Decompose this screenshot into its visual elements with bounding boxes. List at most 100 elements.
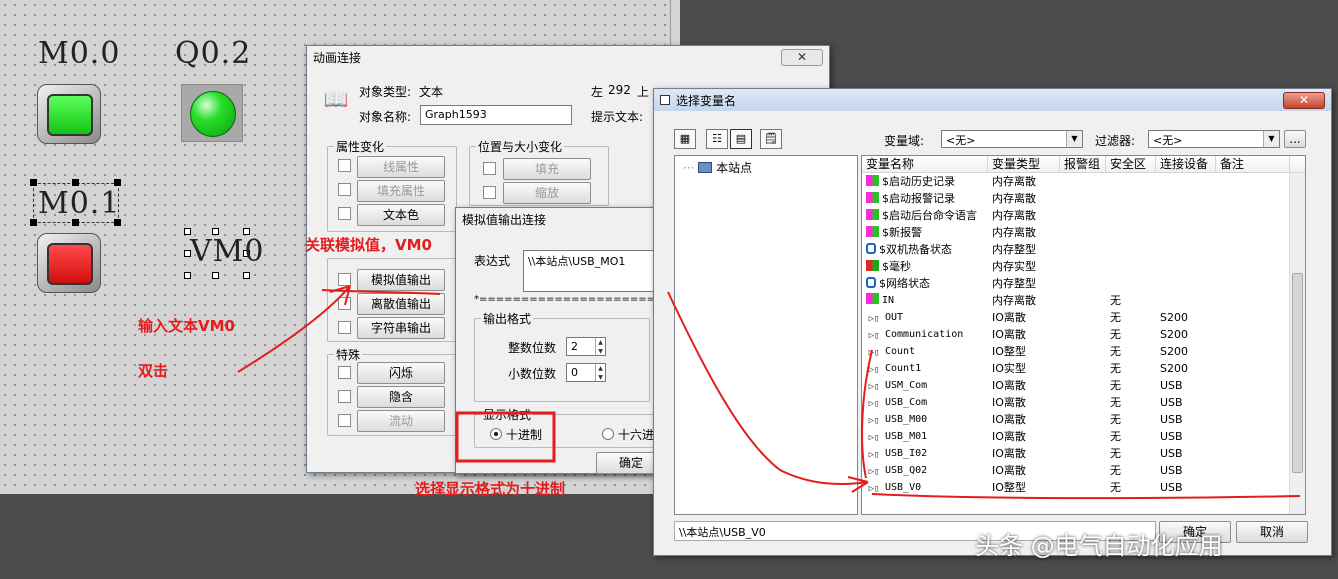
expression-field[interactable]: \\本站点\USB_MO1	[523, 250, 668, 292]
column-header[interactable]: 变量类型	[988, 156, 1060, 173]
group-title: 特殊	[334, 346, 363, 363]
table-row[interactable]: ▷▯ USB_Q02 IO离散 无 USB	[862, 462, 1305, 479]
table-row[interactable]: $启动后台命令语言 内存离散	[862, 207, 1305, 224]
red-push-button[interactable]	[37, 233, 101, 293]
table-row[interactable]: $启动历史记录 内存离散	[862, 173, 1305, 190]
cancel-button[interactable]: 取消	[1236, 521, 1308, 543]
domain-select[interactable]: <无> ▼	[941, 130, 1083, 148]
table-row[interactable]: IN 内存离散 无	[862, 292, 1305, 309]
close-icon[interactable]: ✕	[1283, 92, 1325, 109]
column-header[interactable]: 报警组	[1060, 156, 1106, 173]
chevron-down-icon[interactable]: ▼	[1263, 131, 1279, 147]
resize-handle[interactable]	[212, 272, 219, 279]
line-attr-checkbox[interactable]	[338, 159, 351, 172]
text-color-button[interactable]: 文本色	[357, 204, 445, 226]
tree-item-station[interactable]: ··· 本站点	[683, 159, 752, 176]
cell-zone: 无	[1110, 464, 1121, 477]
resize-handle[interactable]	[114, 179, 121, 186]
table-row[interactable]: $网络状态 内存整型	[862, 275, 1305, 292]
real-variable-icon	[866, 260, 879, 271]
table-row[interactable]: ▷▯ OUT IO离散 无 S200	[862, 309, 1305, 326]
cell-device: USB	[1160, 430, 1183, 443]
table-row[interactable]: ▷▯ USB_V0 IO整型 无 USB	[862, 479, 1305, 496]
table-row[interactable]: $双机热备状态 内存整型	[862, 241, 1305, 258]
filter-select[interactable]: <无> ▼	[1148, 130, 1280, 148]
column-header[interactable]: 变量名称	[862, 156, 988, 173]
discrete-output-button[interactable]: 离散值输出	[357, 293, 445, 315]
column-header[interactable]: 安全区	[1106, 156, 1156, 173]
fill-button[interactable]: 填充	[503, 158, 591, 180]
table-row[interactable]: ▷▯ USB_M01 IO离散 无 USB	[862, 428, 1305, 445]
cell-device: S200	[1160, 345, 1188, 358]
green-push-button[interactable]	[37, 84, 101, 144]
large-icon-view-icon[interactable]: ▦	[674, 129, 696, 149]
hide-button[interactable]: 隐含	[357, 386, 445, 408]
resize-handle[interactable]	[184, 272, 191, 279]
filter-more-button[interactable]: ...	[1284, 130, 1306, 148]
scale-checkbox[interactable]	[483, 186, 496, 199]
resize-handle[interactable]	[72, 179, 79, 186]
table-row[interactable]: $毫秒 内存实型	[862, 258, 1305, 275]
flow-button[interactable]: 流动	[357, 410, 445, 432]
fill-attr-checkbox[interactable]	[338, 183, 351, 196]
hex-radio[interactable]	[602, 428, 614, 440]
decimal-label[interactable]: 十进制	[506, 426, 542, 443]
decimal-radio[interactable]	[490, 428, 502, 440]
fill-checkbox[interactable]	[483, 162, 496, 175]
analog-output-button[interactable]: 模拟值输出	[357, 269, 445, 291]
flow-checkbox[interactable]	[338, 414, 351, 427]
table-row[interactable]: ▷▯ USB_M00 IO离散 无 USB	[862, 411, 1305, 428]
table-row[interactable]: ▷▯ Count1 IO实型 无 S200	[862, 360, 1305, 377]
label-m00[interactable]: M0.0	[38, 36, 120, 71]
fill-attr-button[interactable]: 填充属性	[357, 180, 445, 202]
analog-out-checkbox[interactable]	[338, 273, 351, 286]
spinner-arrows-icon[interactable]: ▲ ▼	[595, 364, 605, 381]
dec-digits-field[interactable]: 0 ▲ ▼	[566, 363, 606, 382]
title-bar[interactable]: 模拟值输出连接	[456, 208, 669, 230]
indicator-lamp-frame[interactable]	[181, 84, 243, 142]
table-row[interactable]: ▷▯ Communication IO离散 无 S200	[862, 326, 1305, 343]
flash-button[interactable]: 闪烁	[357, 362, 445, 384]
label-vm0[interactable]: VM0	[190, 234, 264, 269]
vertical-scrollbar[interactable]	[1289, 173, 1305, 514]
string-out-checkbox[interactable]	[338, 321, 351, 334]
cell-device: S200	[1160, 311, 1188, 324]
cell-zone	[1106, 190, 1156, 207]
resize-handle[interactable]	[30, 219, 37, 226]
label-q02[interactable]: Q0.2	[175, 36, 251, 71]
table-row[interactable]: ▷▯ Count IO整型 无 S200	[862, 343, 1305, 360]
column-header[interactable]: 备注	[1216, 156, 1290, 173]
table-row[interactable]: $启动报警记录 内存离散	[862, 190, 1305, 207]
hide-checkbox[interactable]	[338, 390, 351, 403]
table-row[interactable]: $新报警 内存离散	[862, 224, 1305, 241]
column-header[interactable]: 连接设备	[1156, 156, 1216, 173]
close-icon[interactable]: ✕	[781, 49, 823, 66]
table-row[interactable]: ▷▯ USB_Com IO离散 无 USB	[862, 394, 1305, 411]
station-tree[interactable]: ··· 本站点	[674, 155, 858, 515]
label-m01[interactable]: M0.1	[38, 186, 120, 221]
list-view-icon[interactable]: ☷	[706, 129, 728, 149]
cell-zone: 无	[1110, 430, 1121, 443]
spinner-arrows-icon[interactable]: ▲ ▼	[595, 338, 605, 355]
scrollbar-thumb[interactable]	[1292, 273, 1303, 473]
top-label: 上	[637, 85, 650, 99]
hex-label[interactable]: 十六进	[618, 426, 654, 443]
text-color-checkbox[interactable]	[338, 207, 351, 220]
detail-view-icon[interactable]: ▤	[730, 129, 752, 149]
table-row[interactable]: ▷▯ USB_I02 IO离散 无 USB	[862, 445, 1305, 462]
properties-icon[interactable]: 🗒	[760, 129, 782, 149]
scale-button[interactable]: 缩放	[503, 182, 591, 204]
discrete-out-checkbox[interactable]	[338, 297, 351, 310]
title-bar[interactable]: 选择变量名	[654, 89, 1331, 111]
domain-label: 变量域:	[884, 134, 925, 148]
flash-checkbox[interactable]	[338, 366, 351, 379]
line-attr-button[interactable]: 线属性	[357, 156, 445, 178]
title-bar[interactable]: 动画连接	[307, 46, 829, 68]
resize-handle[interactable]	[243, 272, 250, 279]
object-name-field[interactable]: Graph1593	[420, 105, 572, 125]
resize-handle[interactable]	[30, 179, 37, 186]
table-row[interactable]: ▷▯ USM_Com IO离散 无 USB	[862, 377, 1305, 394]
int-digits-field[interactable]: 2 ▲ ▼	[566, 337, 606, 356]
chevron-down-icon[interactable]: ▼	[1066, 131, 1082, 147]
string-output-button[interactable]: 字符串输出	[357, 317, 445, 339]
